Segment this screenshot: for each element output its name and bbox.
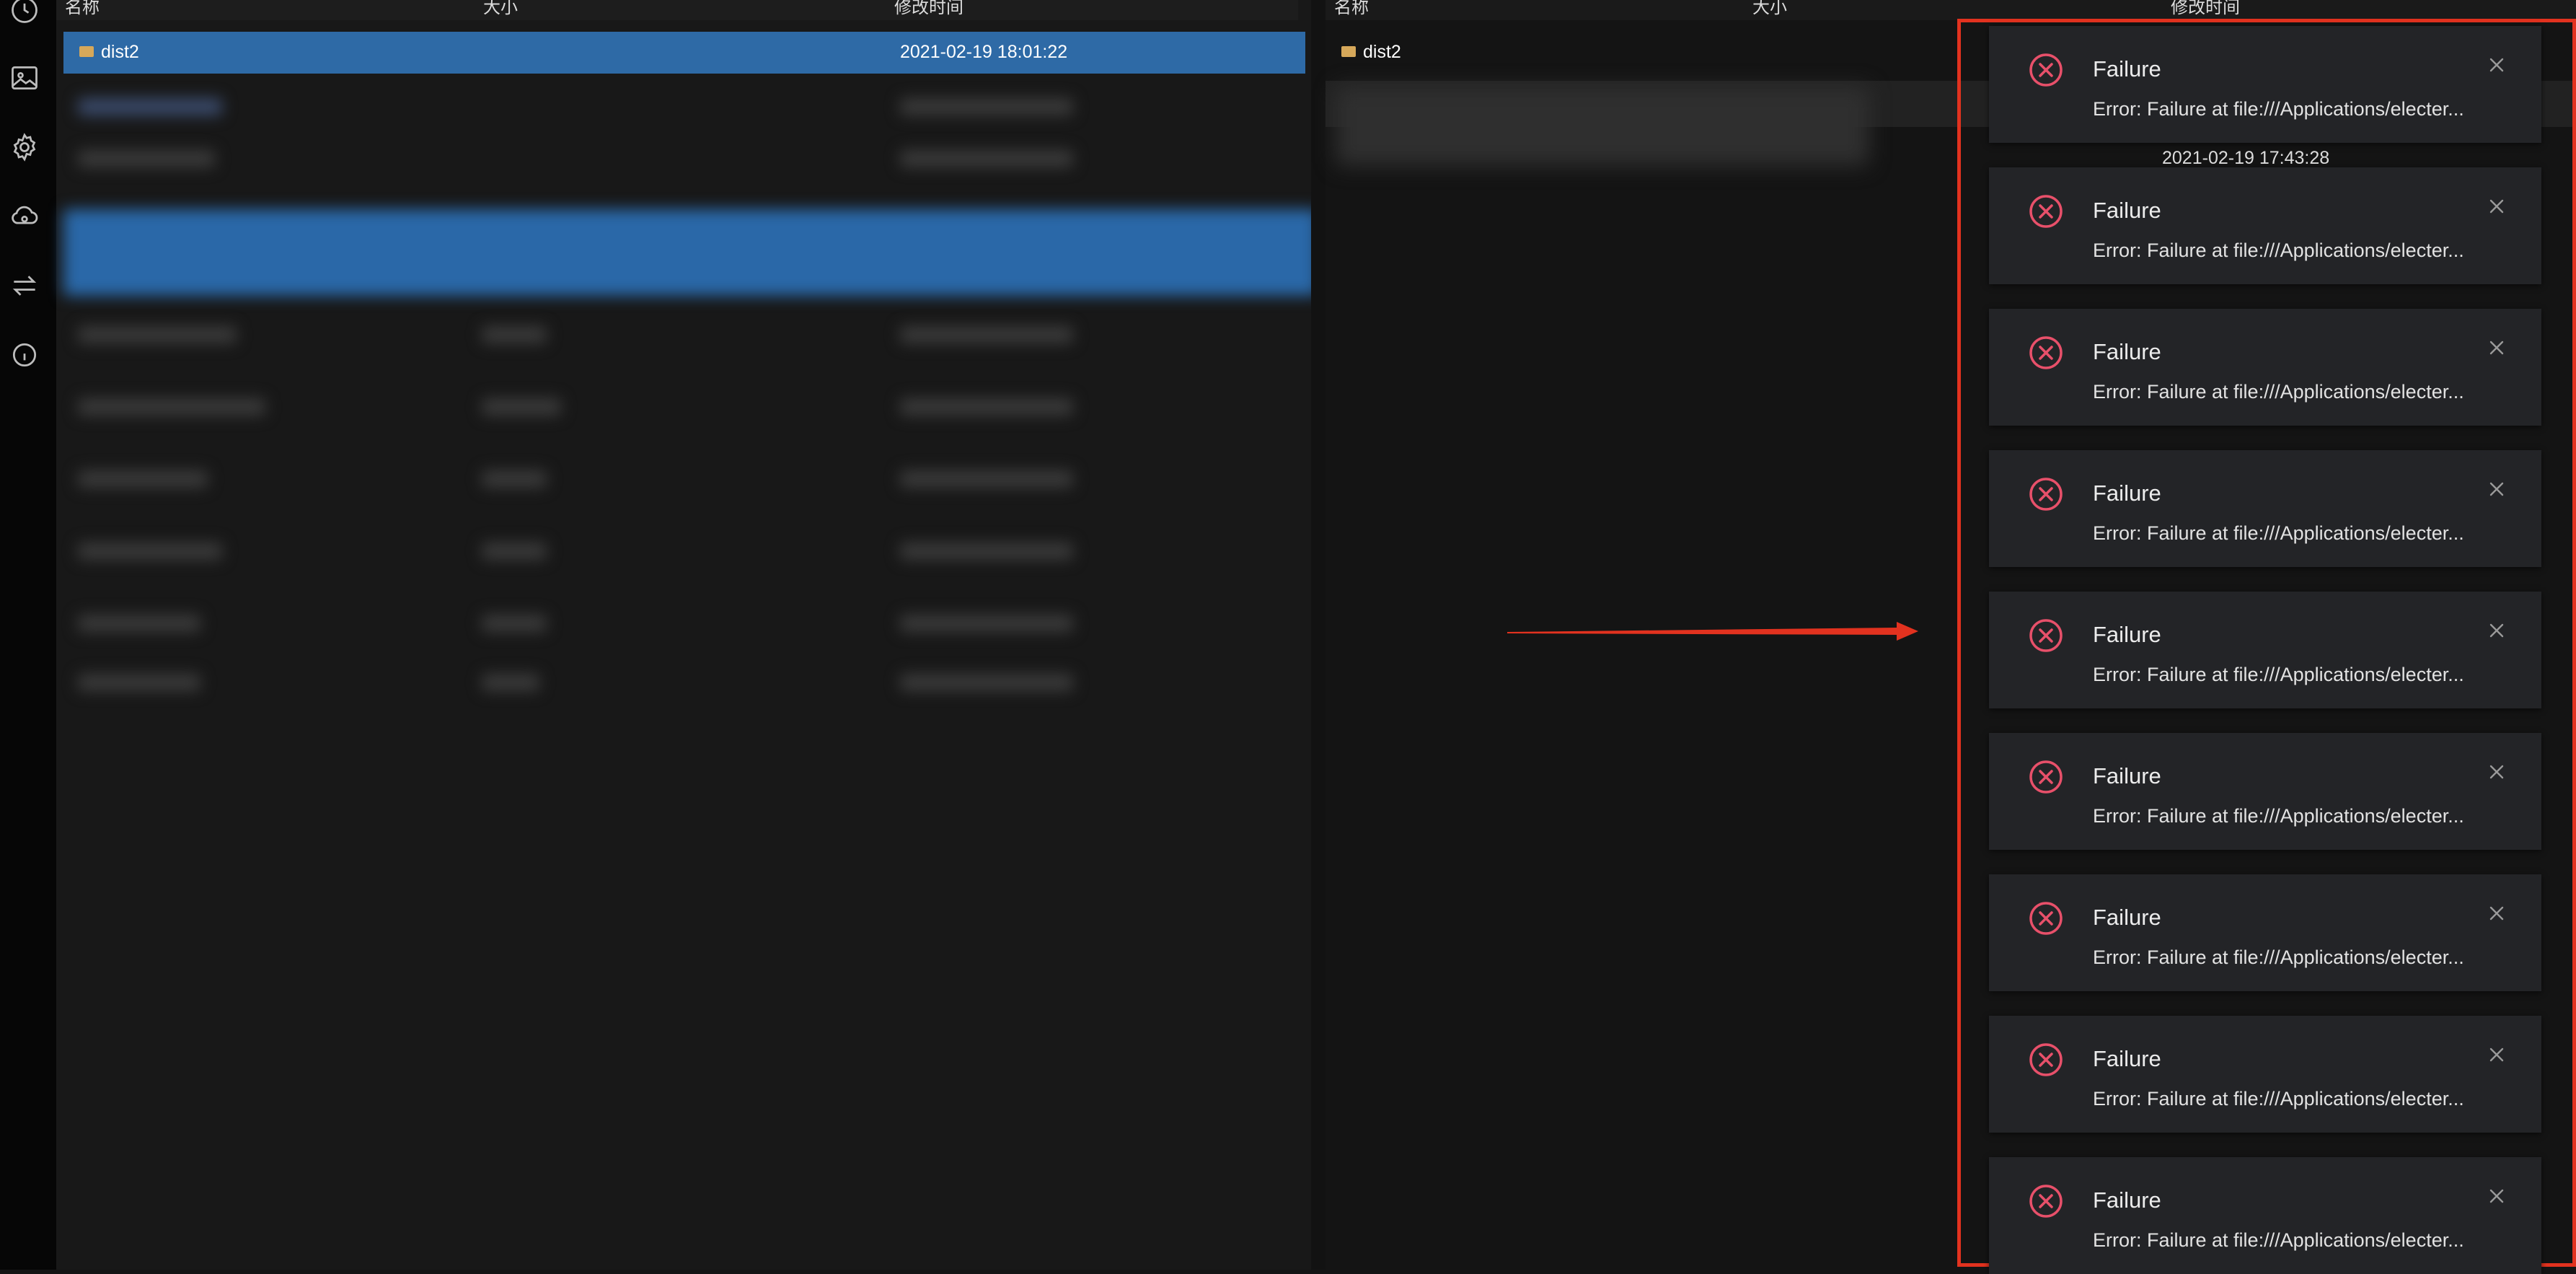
close-icon[interactable] [2487,55,2507,75]
column-header-name[interactable]: 名称 [56,0,475,20]
file-row[interactable] [63,209,1318,296]
close-icon[interactable] [2487,620,2507,641]
close-icon[interactable] [2487,196,2507,216]
notification-message: Error: Failure at file:///Applications/e… [2093,240,2464,261]
file-row[interactable] [63,664,1318,707]
error-icon [2028,1042,2064,1078]
notification-timestamp: 2021-02-19 17:43:28 [2162,148,2330,168]
image-icon[interactable] [9,62,40,94]
folder-icon [1341,45,1356,57]
notification-title: Failure [2093,339,2161,364]
error-icon [2028,900,2064,936]
notification-title: Failure [2093,1046,2161,1071]
notification-title: Failure [2093,622,2161,647]
notification-toast[interactable]: Failure Error: Failure at file:///Applica… [1989,26,2541,143]
error-icon [2028,335,2064,371]
file-row[interactable] [63,89,1318,126]
notification-message: Error: Failure at file:///Applications/e… [2093,664,2464,685]
file-row-selected[interactable]: dist2 2021-02-19 18:01:22 [63,32,1305,74]
column-header-modified[interactable]: 修改时间 [886,0,1298,20]
notification-message: Error: Failure at file:///Applications/e… [2093,522,2464,544]
notification-title: Failure [2093,763,2161,788]
info-icon[interactable] [9,339,40,371]
file-row[interactable] [1336,87,1869,166]
notification-toast[interactable]: Failure Error: Failure at file:///Applica… [1989,309,2541,426]
column-header-size[interactable]: 大小 [1744,0,2162,20]
close-icon[interactable] [2487,479,2507,499]
file-row[interactable] [63,462,1318,498]
error-icon [2028,1183,2064,1219]
error-icon [2028,759,2064,795]
notification-toast[interactable]: Failure Error: Failure at file:///Applica… [1989,592,2541,708]
notification-toast[interactable]: Failure Error: Failure at file:///Applica… [1989,167,2541,284]
error-icon [2028,476,2064,512]
sidebar [0,0,56,1270]
file-modified-time: 2021-02-19 18:01:22 [900,42,1068,62]
notification-title: Failure [2093,198,2161,223]
error-icon [2028,52,2064,88]
notification-toast[interactable]: Failure Error: Failure at file:///Applica… [1989,874,2541,991]
notification-title: Failure [2093,56,2161,82]
notification-message: Error: Failure at file:///Applications/e… [2093,1229,2464,1251]
notification-message: Error: Failure at file:///Applications/e… [2093,1088,2464,1110]
notification-message: Error: Failure at file:///Applications/e… [2093,381,2464,403]
error-icon [2028,618,2064,654]
column-header-name[interactable]: 名称 [1326,0,1744,20]
column-header-size[interactable]: 大小 [475,0,886,20]
folder-icon [79,45,94,57]
file-name: dist2 [79,42,139,63]
close-icon[interactable] [2487,1045,2507,1065]
local-file-panel: 名称 大小 修改时间 dist2 2021-02-19 18:01:22 [56,0,1320,1270]
file-row[interactable] [63,534,1318,570]
cloud-icon[interactable] [9,201,40,232]
close-icon[interactable] [2487,762,2507,782]
annotation-arrow [1507,622,1918,641]
close-icon[interactable] [2487,903,2507,923]
column-header-modified[interactable]: 修改时间 [2162,0,2576,20]
notification-toast[interactable]: Failure Error: Failure at file:///Applica… [1989,733,2541,850]
error-icon [2028,193,2064,229]
file-name: dist2 [1341,42,1401,63]
history-icon[interactable] [9,0,40,26]
notification-title: Failure [2093,1187,2161,1213]
file-row[interactable] [63,390,1318,426]
notification-toast[interactable]: Failure Error: Failure at file:///Applica… [1989,1016,2541,1133]
settings-icon[interactable] [9,131,40,163]
file-row[interactable] [63,317,1318,353]
transfer-icon[interactable] [9,270,40,302]
close-icon[interactable] [2487,338,2507,358]
notification-message: Error: Failure at file:///Applications/e… [2093,946,2464,968]
notification-title: Failure [2093,480,2161,506]
close-icon[interactable] [2487,1186,2507,1206]
notification-toast[interactable]: Failure Error: Failure at file:///Applica… [1989,1157,2541,1274]
notification-toast[interactable]: Failure Error: Failure at file:///Applica… [1989,450,2541,567]
panel-divider[interactable] [1311,0,1326,1270]
notification-title: Failure [2093,905,2161,930]
file-row[interactable] [63,141,1318,177]
file-row[interactable] [63,606,1318,642]
notification-message: Error: Failure at file:///Applications/e… [2093,98,2464,120]
notification-message: Error: Failure at file:///Applications/e… [2093,805,2464,827]
